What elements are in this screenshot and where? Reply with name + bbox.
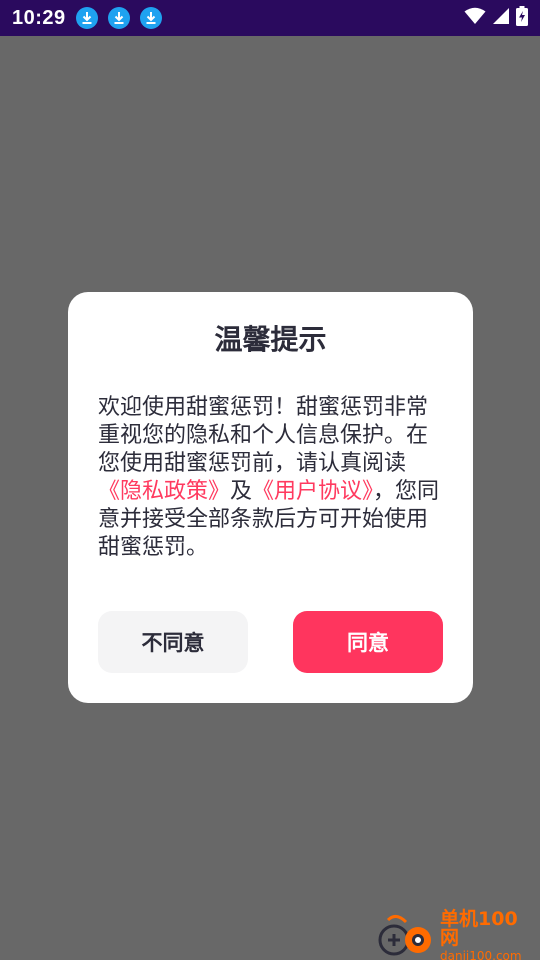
wifi-icon [464,7,486,29]
watermark-logo-icon [376,914,436,958]
download-icon [139,7,162,29]
disagree-button[interactable]: 不同意 [98,611,248,673]
notification-icons [75,7,162,29]
status-time: 10:29 [12,6,66,29]
dialog-title: 温馨提示 [214,323,327,356]
agree-button[interactable]: 同意 [293,611,443,673]
download-icon [107,7,130,29]
user-agreement-link[interactable]: 《用户协议》 [252,479,373,504]
privacy-dialog: 温馨提示 欢迎使用甜蜜惩罚！甜蜜惩罚非常重视您的隐私和个人信息保护。在您使用甜蜜… [68,292,473,703]
status-indicators [464,6,528,30]
site-watermark: 单机100网 danji100.com [376,910,536,960]
status-bar: 10:29 [0,0,540,36]
signal-icon [492,7,510,29]
privacy-policy-link[interactable]: 《隐私政策》 [98,479,230,504]
watermark-name: 单机100网 [440,908,518,949]
body-text-2: 及 [230,479,253,504]
download-icon [75,7,98,29]
battery-charging-icon [516,6,528,30]
watermark-url: danji100.com [440,949,522,960]
body-text-1: 欢迎使用甜蜜惩罚！甜蜜惩罚非常重视您的隐私和个人信息保护。在您使用甜蜜惩罚前，请… [98,395,429,476]
dialog-body: 欢迎使用甜蜜惩罚！甜蜜惩罚非常重视您的隐私和个人信息保护。在您使用甜蜜惩罚前，请… [98,394,443,562]
